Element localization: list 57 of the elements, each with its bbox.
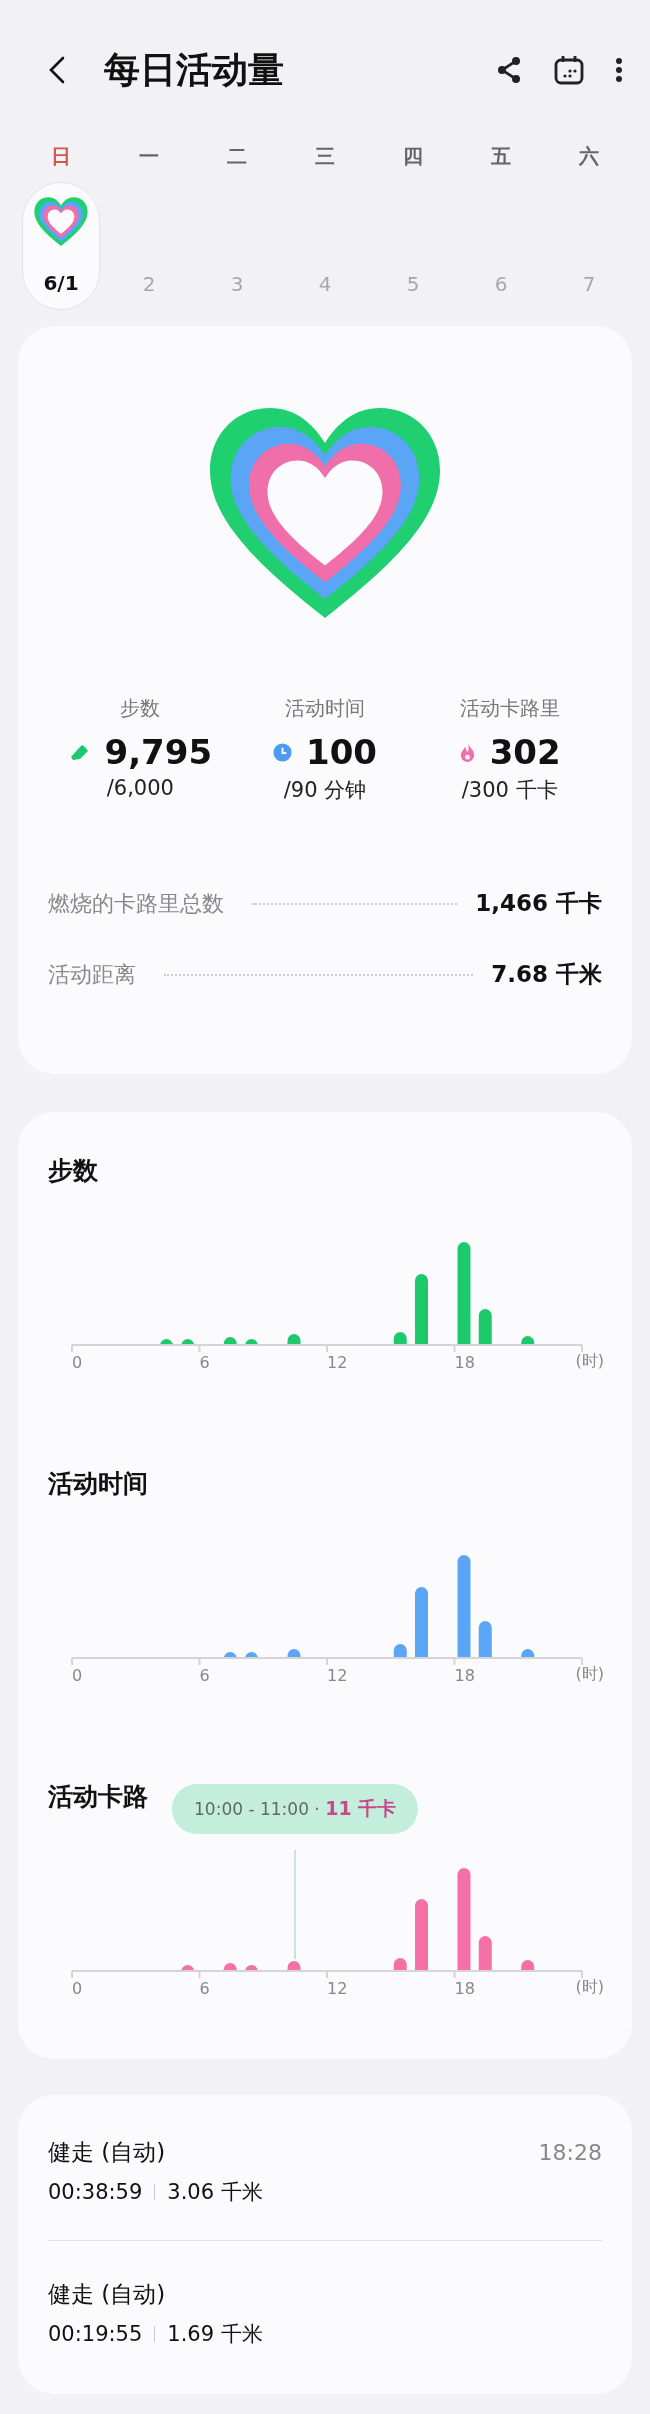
session-title[interactable]: 健走 (自动) (48, 2279, 166, 2310)
chart-title: 步数 (48, 1155, 98, 1187)
stat-label: 活动卡路里 (459, 695, 560, 722)
axis-label: 6 (199, 1353, 210, 1372)
axis-label: 0 (72, 1979, 83, 1998)
stat-goal: /6,000 (106, 776, 174, 800)
date-tab[interactable]: 5 (406, 272, 420, 310)
calendar-icon[interactable] (552, 53, 586, 87)
total-label: 燃烧的卡路里总数 (48, 889, 224, 918)
weekday-label: 二 (226, 143, 248, 170)
axis-unit: (时) (575, 1977, 604, 1998)
stat-goal: /90 分钟 (283, 777, 367, 804)
stat-value: 302 (489, 732, 561, 772)
session-title[interactable]: 健走 (自动) (48, 2137, 166, 2168)
page-title: 每日活动量 (104, 47, 285, 92)
axis-label: 18 (454, 1666, 475, 1685)
tooltip: 10:00 - 11:00 · 11 千卡 (172, 1784, 419, 1834)
weekday-label: 五 (490, 143, 512, 170)
axis-label: 6 (199, 1979, 210, 1998)
session-distance: 1.69 千米 (167, 2321, 263, 2348)
stat-label: 步数 (120, 695, 161, 722)
total-label: 活动距离 (48, 960, 136, 989)
date-tab[interactable]: 7 (582, 272, 596, 310)
axis-unit: (时) (575, 1351, 604, 1372)
axis-label: 6 (199, 1666, 210, 1685)
weekday-label: 四 (402, 143, 424, 170)
date-tab[interactable]: 2 (142, 272, 156, 310)
date-tab[interactable]: 3 (230, 272, 244, 310)
session-distance: 3.06 千米 (167, 2179, 263, 2206)
axis-label: 18 (454, 1353, 475, 1372)
total-value: 1,466 千卡 (475, 889, 602, 918)
axis-label: 18 (454, 1979, 475, 1998)
stat-value: 100 (306, 732, 377, 772)
session-duration: 00:19:55 (48, 2322, 143, 2346)
date-tab[interactable]: 6/1 (22, 182, 100, 310)
date-tab[interactable]: 6 (494, 272, 508, 310)
date-tab[interactable]: 4 (318, 272, 332, 310)
weekday-label: 一 (138, 143, 160, 170)
weekday-label: 三 (314, 143, 336, 170)
stat-goal: /300 千卡 (461, 777, 558, 804)
weekday-label: 日 (50, 143, 72, 170)
heart-rings-icon (32, 195, 90, 248)
weekday-label: 六 (578, 143, 600, 170)
chart-title: 活动时间 (48, 1468, 148, 1500)
session-duration: 00:38:59 (48, 2180, 143, 2204)
axis-label: 12 (327, 1666, 348, 1685)
axis-label: 12 (327, 1979, 348, 1998)
clock-icon (273, 742, 292, 762)
axis-unit: (时) (575, 1664, 604, 1685)
stat-value: 9,795 (104, 732, 213, 772)
stat-label: 活动时间 (285, 695, 365, 722)
axis-label: 12 (327, 1353, 348, 1372)
axis-label: 0 (72, 1353, 83, 1372)
session-time: 18:28 (538, 2140, 602, 2165)
axis-label: 0 (72, 1666, 83, 1685)
chart-title: 活动卡路 (48, 1781, 148, 1813)
total-value: 7.68 千米 (491, 960, 602, 989)
